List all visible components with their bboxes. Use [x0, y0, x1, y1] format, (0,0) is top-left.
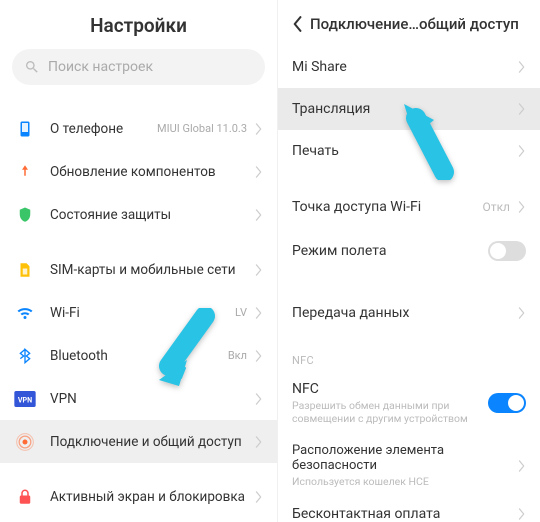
item-label: Mi Share [292, 59, 518, 75]
chevron-right-icon [255, 491, 263, 503]
chevron-right-icon [255, 209, 263, 221]
wifi-icon [14, 302, 36, 324]
nfc-toggle[interactable] [488, 393, 526, 413]
update-icon [14, 161, 36, 183]
item-nfc[interactable]: NFC Разрешить обмен данными при совмещен… [278, 373, 540, 435]
settings-item-connection-sharing[interactable]: Подключение и общий доступ [0, 420, 277, 463]
settings-item-display[interactable]: Экран [0, 518, 277, 522]
item-label: Активный экран и блокировка [50, 489, 255, 505]
item-label: Wi-Fi [50, 305, 235, 321]
item-description: Используется кошелек HCE [292, 475, 518, 488]
settings-item-about[interactable]: О телефоне MIUI Global 11.0.3 [0, 107, 277, 150]
item-label: Расположение элемента безопасности [292, 443, 518, 473]
item-value: MIUI Global 11.0.3 [157, 122, 247, 135]
chevron-right-icon [255, 436, 263, 448]
settings-item-wifi[interactable]: Wi-Fi LV [0, 291, 277, 334]
item-value: Откл [483, 200, 510, 214]
chevron-right-icon [518, 145, 526, 157]
item-data-transfer[interactable]: Передача данных [278, 292, 540, 334]
item-label: Точка доступа Wi-Fi [292, 199, 483, 215]
item-label: Режим полета [292, 243, 488, 259]
chevron-right-icon [255, 393, 263, 405]
item-value: LV [235, 306, 247, 319]
item-label: Трансляция [292, 101, 518, 117]
search-input[interactable]: Поиск настроек [12, 49, 265, 85]
item-label: Передача данных [292, 305, 518, 321]
item-label: Обновление компонентов [50, 164, 255, 180]
section-label-nfc: NFC [278, 334, 540, 373]
chevron-right-icon [255, 307, 263, 319]
item-label: Состояние защиты [50, 207, 255, 223]
chevron-right-icon [518, 201, 526, 213]
item-print[interactable]: Печать [278, 130, 540, 172]
item-label: NFC [292, 381, 488, 397]
item-secure-element[interactable]: Расположение элемента безопасности Испол… [278, 435, 540, 498]
chevron-right-icon [518, 61, 526, 73]
item-label: Подключение и общий доступ [50, 434, 255, 450]
item-label: Bluetooth [50, 348, 228, 364]
connection-sharing-pane: Подключение…общий доступ Mi Share Трансл… [278, 0, 540, 522]
chevron-right-icon [518, 460, 526, 472]
page-title: Настройки [0, 0, 277, 49]
item-airplane-mode[interactable]: Режим полета [278, 228, 540, 274]
chevron-right-icon [518, 307, 526, 319]
settings-item-sim[interactable]: SIM-карты и мобильные сети [0, 248, 277, 291]
item-value: Вкл [228, 349, 247, 362]
svg-text:VPN: VPN [18, 395, 32, 404]
settings-item-security-status[interactable]: Состояние защиты [0, 193, 277, 236]
settings-item-updates[interactable]: Обновление компонентов [0, 150, 277, 193]
share-icon [14, 431, 36, 453]
item-label: SIM-карты и мобильные сети [50, 262, 255, 278]
airplane-toggle[interactable] [488, 241, 526, 261]
back-button[interactable] [286, 13, 308, 35]
search-placeholder: Поиск настроек [48, 59, 153, 75]
bluetooth-icon [14, 345, 36, 367]
item-cast[interactable]: Трансляция [278, 88, 540, 130]
chevron-right-icon [255, 123, 263, 135]
chevron-right-icon [255, 264, 263, 276]
page-title: Подключение…общий доступ [310, 15, 519, 33]
lock-icon [14, 486, 36, 508]
shield-icon [14, 204, 36, 226]
item-contactless-pay[interactable]: Бесконтактная оплата [278, 498, 540, 522]
item-label: Бесконтактная оплата [292, 506, 518, 522]
vpn-icon: VPN [14, 388, 36, 410]
item-mi-share[interactable]: Mi Share [278, 46, 540, 88]
search-icon [24, 59, 40, 75]
chevron-right-icon [518, 103, 526, 115]
settings-item-vpn[interactable]: VPN VPN [0, 377, 277, 420]
item-hotspot[interactable]: Точка доступа Wi-Fi Откл [278, 186, 540, 228]
chevron-right-icon [255, 350, 263, 362]
settings-main-pane: Настройки Поиск настроек О телефоне MIUI… [0, 0, 278, 522]
sim-icon [14, 259, 36, 281]
chevron-right-icon [255, 166, 263, 178]
item-description: Разрешить обмен данными при совмещении с… [292, 399, 488, 425]
chevron-right-icon [518, 508, 526, 520]
phone-icon [14, 118, 36, 140]
settings-item-lockscreen[interactable]: Активный экран и блокировка [0, 475, 277, 518]
item-label: Печать [292, 143, 518, 159]
item-label: О телефоне [50, 121, 157, 137]
settings-item-bluetooth[interactable]: Bluetooth Вкл [0, 334, 277, 377]
item-label: VPN [50, 391, 255, 407]
